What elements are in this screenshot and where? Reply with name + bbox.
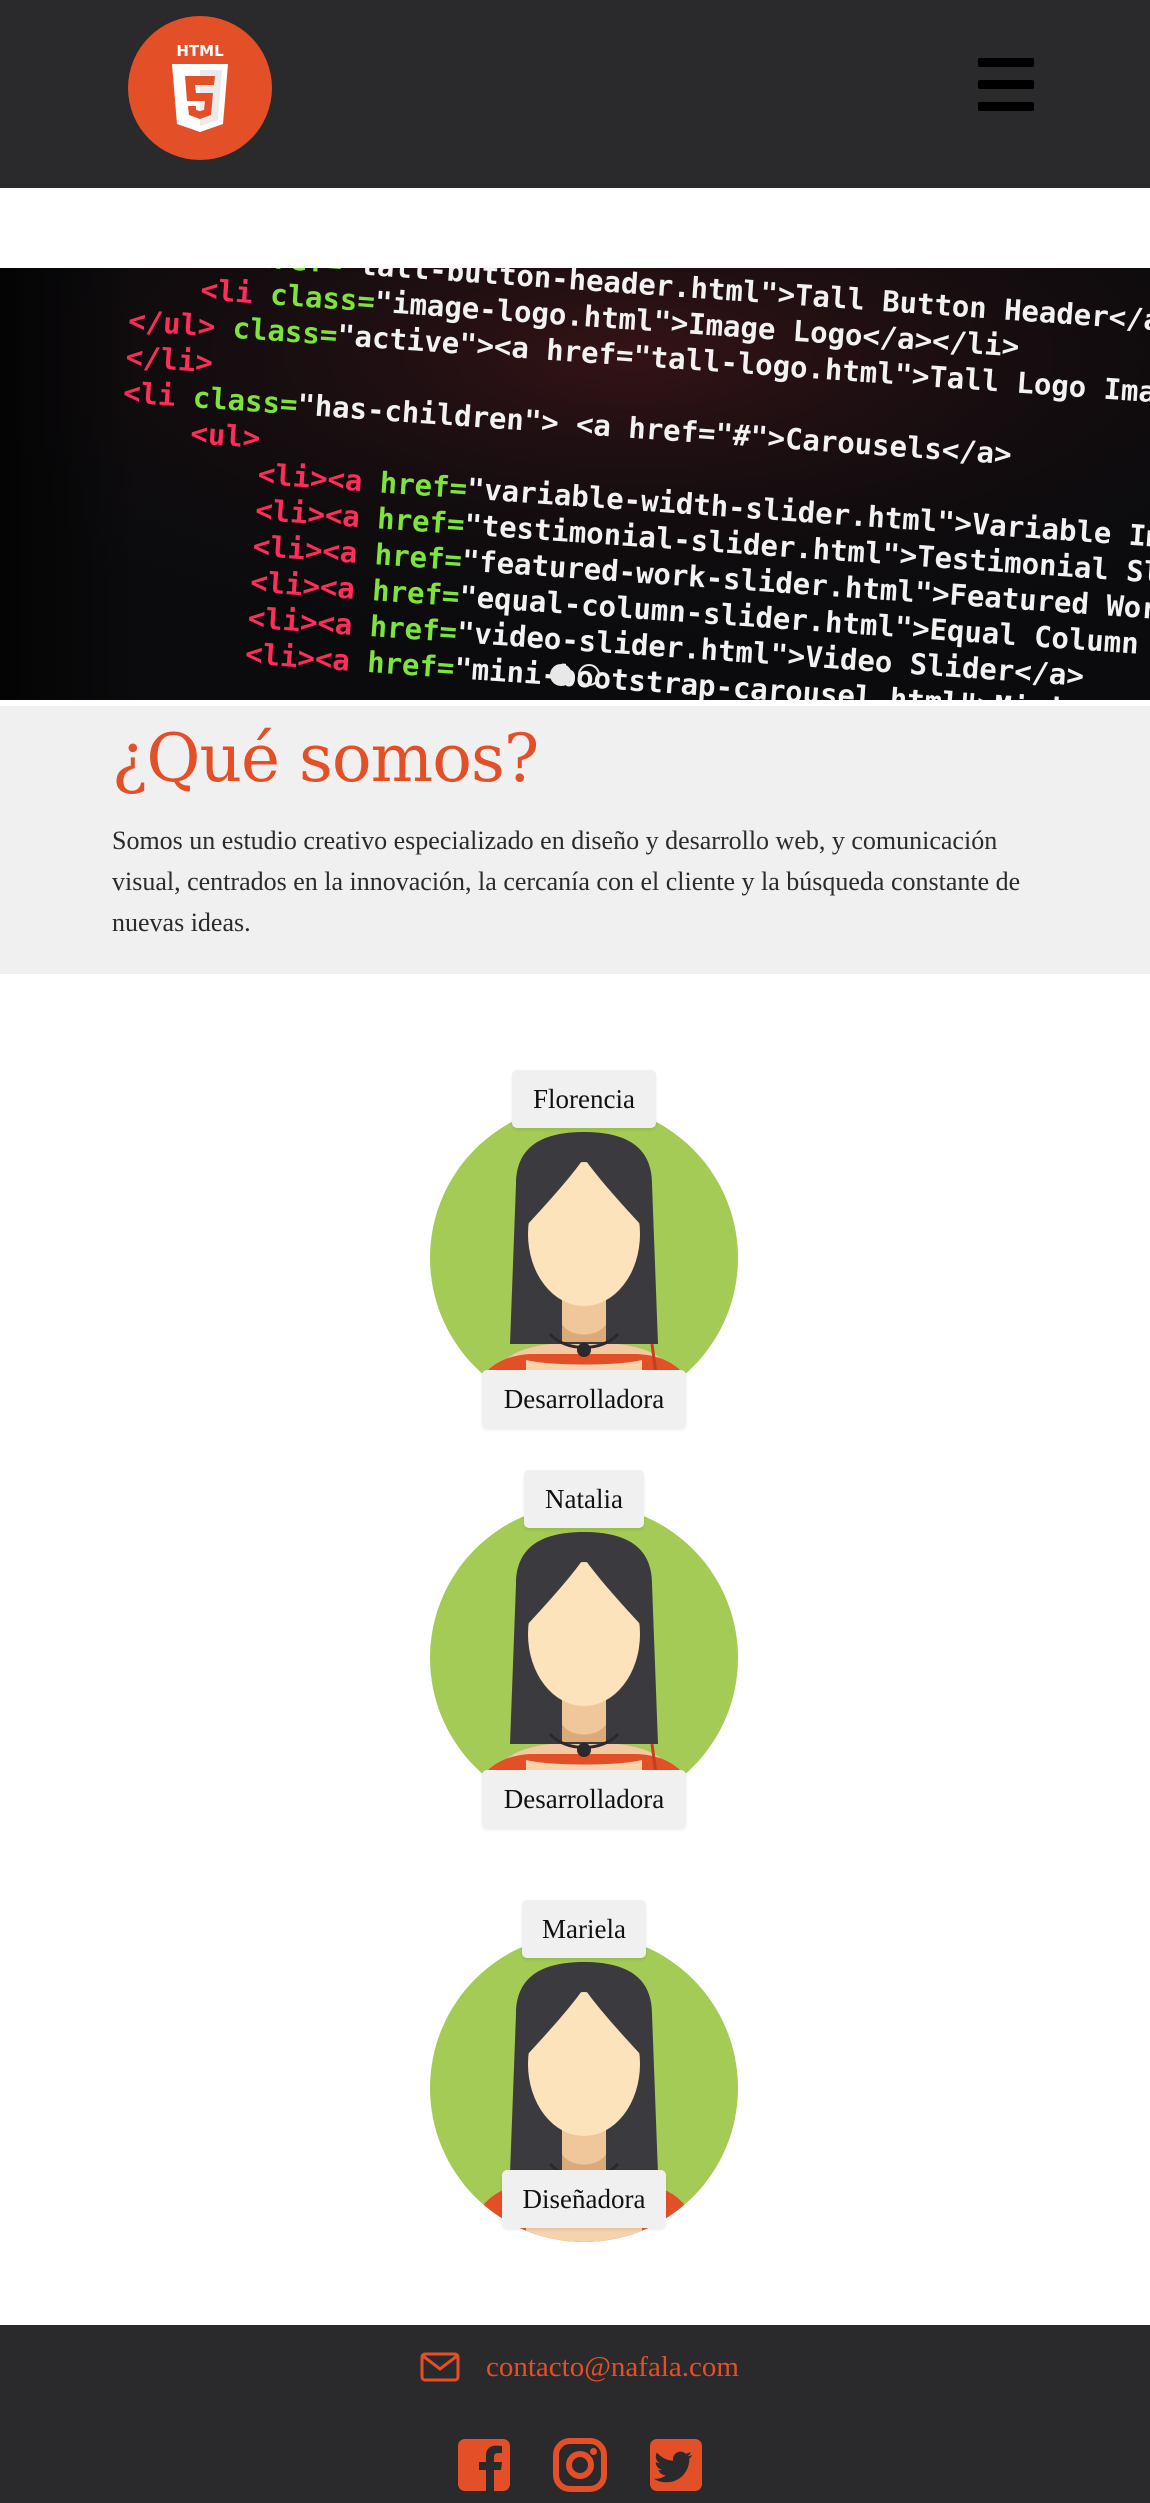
site-header: HTML xyxy=(0,0,1150,188)
team-member-mariela: Mariela Diseñadora xyxy=(430,1900,738,2250)
member-name: Mariela xyxy=(522,1900,646,1958)
about-section: ¿Qué somos? Somos un estudio creativo es… xyxy=(0,706,1150,974)
member-role: Desarrolladora xyxy=(482,1370,686,1428)
carousel-dot-2[interactable] xyxy=(578,664,600,686)
avatar xyxy=(430,1104,738,1412)
facebook-icon[interactable] xyxy=(456,2437,512,2493)
instagram-icon[interactable] xyxy=(552,2437,608,2493)
twitter-icon[interactable] xyxy=(648,2437,704,2493)
team-member-florencia: Florencia Desarrolladora xyxy=(430,1070,738,1428)
avatar xyxy=(430,1504,738,1812)
envelope-icon xyxy=(420,2352,460,2382)
member-name: Florencia xyxy=(512,1070,656,1128)
carousel-dot-1[interactable] xyxy=(550,664,572,686)
site-footer: contacto@nafala.com xyxy=(0,2325,1150,2503)
member-role: Desarrolladora xyxy=(482,1770,686,1828)
team-member-natalia: Natalia Desarrolladora xyxy=(430,1470,738,1828)
about-title: ¿Qué somos? xyxy=(112,720,539,797)
woman-avatar-icon xyxy=(470,1132,698,1412)
contact-row: contacto@nafala.com xyxy=(420,2347,739,2387)
carousel-indicators xyxy=(548,664,608,688)
hamburger-menu-icon[interactable] xyxy=(978,58,1034,112)
code-slide-image: <li><a href="tall-button-header.html">Ta… xyxy=(0,268,1150,700)
logo-text: HTML xyxy=(176,42,224,60)
html5-logo-icon[interactable]: HTML xyxy=(128,16,272,160)
hero-carousel[interactable]: <li><a href="tall-button-header.html">Ta… xyxy=(0,268,1150,700)
member-name: Natalia xyxy=(524,1470,644,1528)
member-role: Diseñadora xyxy=(502,2170,666,2228)
contact-email-link[interactable]: contacto@nafala.com xyxy=(486,2351,739,2384)
about-description: Somos un estudio creativo especializado … xyxy=(112,826,1021,937)
woman-avatar-icon xyxy=(470,1532,698,1812)
